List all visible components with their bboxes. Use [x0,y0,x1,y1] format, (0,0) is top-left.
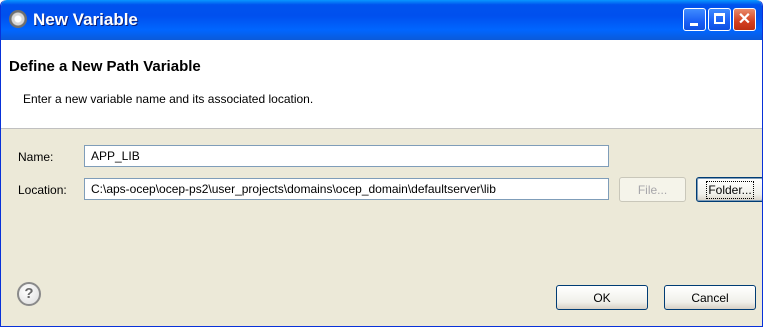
ok-button[interactable]: OK [556,285,648,310]
minimize-button[interactable] [683,8,706,31]
window-title: New Variable [33,10,138,29]
help-icon[interactable]: ? [17,282,41,306]
folder-button-label: Folder... [706,180,754,199]
name-label: Name: [18,150,54,164]
maximize-icon [714,13,725,24]
cancel-button[interactable]: Cancel [664,285,756,310]
file-button-label: File... [637,182,668,197]
folder-button[interactable]: Folder... [696,177,762,202]
help-glyph: ? [24,285,34,302]
minimize-icon [690,23,698,26]
name-input[interactable] [84,145,609,167]
location-input[interactable] [84,178,609,200]
file-button[interactable]: File... [619,177,686,202]
dialog-header [1,40,762,129]
ok-button-label: OK [593,290,611,305]
location-label: Location: [18,183,67,197]
close-icon: ✕ [737,11,752,28]
title-bar[interactable]: New Variable ✕ [1,0,762,40]
eclipse-icon [9,10,27,28]
page-title: Define a New Path Variable [9,58,201,75]
page-description: Enter a new variable name and its associ… [23,92,314,106]
maximize-button[interactable] [708,8,731,31]
new-variable-dialog: New Variable ✕ Define a New Path Variabl… [0,0,763,327]
cancel-button-label: Cancel [691,290,729,305]
close-button[interactable]: ✕ [733,8,756,31]
